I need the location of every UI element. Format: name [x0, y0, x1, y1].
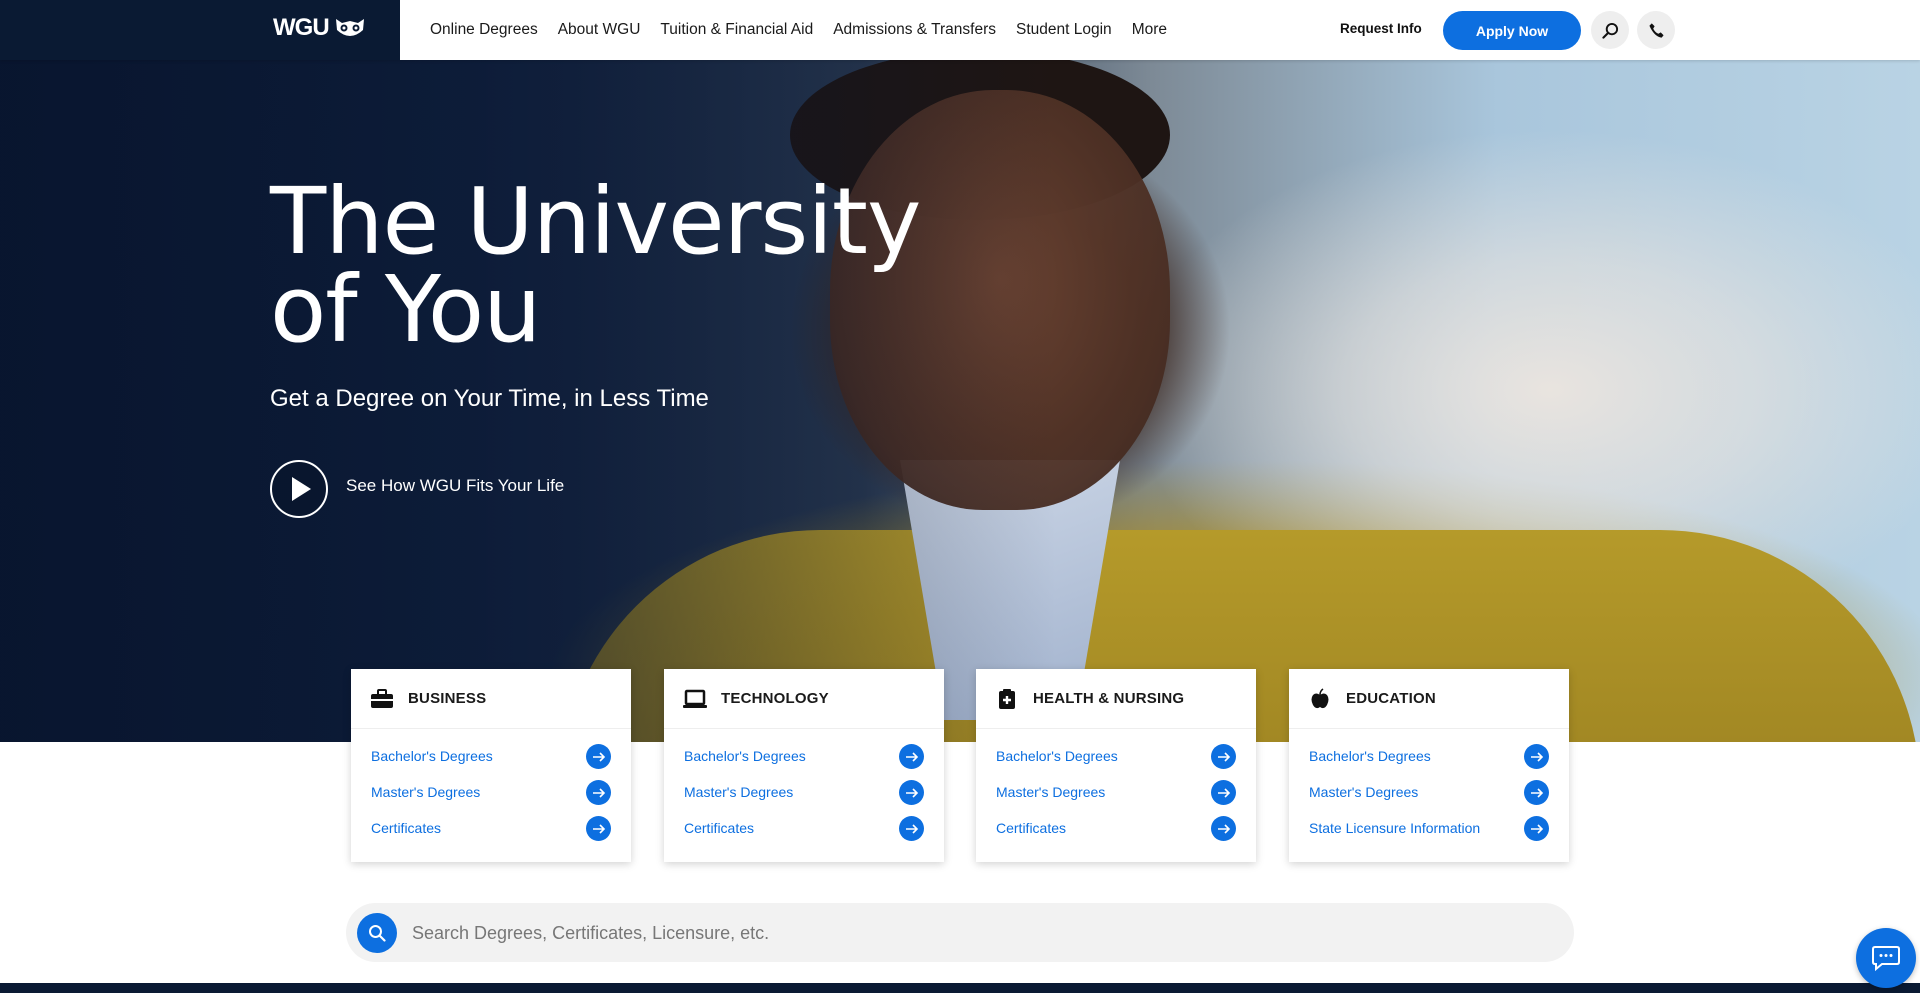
arrow-right-icon — [1524, 744, 1549, 769]
main-nav: Online Degrees About WGU Tuition & Finan… — [430, 0, 1167, 60]
business-certificates-link[interactable]: Certificates — [351, 810, 631, 846]
phone-icon — [1648, 22, 1664, 38]
wgu-logo[interactable]: WGU — [273, 14, 367, 42]
nav-more[interactable]: More — [1132, 21, 1167, 39]
card-title: TECHNOLOGY — [721, 690, 829, 707]
arrow-right-icon — [899, 816, 924, 841]
card-title: BUSINESS — [408, 690, 487, 707]
request-info-link[interactable]: Request Info — [1340, 21, 1422, 36]
technology-certificates-link[interactable]: Certificates — [664, 810, 944, 846]
card-header: HEALTH & NURSING — [976, 669, 1256, 729]
nav-online-degrees[interactable]: Online Degrees — [430, 21, 538, 39]
arrow-right-icon — [1211, 744, 1236, 769]
card-header: EDUCATION — [1289, 669, 1569, 729]
card-header: BUSINESS — [351, 669, 631, 729]
arrow-right-icon — [899, 780, 924, 805]
arrow-right-icon — [1524, 780, 1549, 805]
arrow-right-icon — [1211, 816, 1236, 841]
site-header: WGU Online Degrees About WGU Tuition & F… — [0, 0, 1920, 60]
category-card-business: BUSINESS Bachelor's Degrees Master's Deg… — [351, 669, 631, 862]
medical-bag-icon — [999, 688, 1015, 709]
nav-tuition-financial-aid[interactable]: Tuition & Financial Aid — [660, 21, 813, 39]
owl-icon — [335, 19, 364, 36]
category-card-education: EDUCATION Bachelor's Degrees Master's De… — [1289, 669, 1569, 862]
education-licensure-link[interactable]: State Licensure Information — [1289, 810, 1569, 846]
education-bachelors-link[interactable]: Bachelor's Degrees — [1289, 738, 1569, 774]
footer-strip — [0, 983, 1920, 993]
nav-student-login[interactable]: Student Login — [1016, 21, 1112, 39]
category-card-health-nursing: HEALTH & NURSING Bachelor's Degrees Mast… — [976, 669, 1256, 862]
header-phone-button[interactable] — [1637, 11, 1675, 49]
technology-masters-link[interactable]: Master's Degrees — [664, 774, 944, 810]
arrow-right-icon — [899, 744, 924, 769]
technology-bachelors-link[interactable]: Bachelor's Degrees — [664, 738, 944, 774]
business-bachelors-link[interactable]: Bachelor's Degrees — [351, 738, 631, 774]
hero-section: The University of You Get a Degree on Yo… — [0, 60, 1920, 742]
logo-block: WGU — [0, 0, 400, 60]
video-link[interactable]: See How WGU Fits Your Life — [346, 476, 564, 496]
card-header: TECHNOLOGY — [664, 669, 944, 729]
apple-icon — [1311, 687, 1329, 708]
health-certificates-link[interactable]: Certificates — [976, 810, 1256, 846]
search-icon — [369, 925, 386, 942]
briefcase-icon — [371, 688, 393, 708]
nav-about-wgu[interactable]: About WGU — [558, 21, 641, 39]
health-bachelors-link[interactable]: Bachelor's Degrees — [976, 738, 1256, 774]
arrow-right-icon — [586, 780, 611, 805]
arrow-right-icon — [586, 816, 611, 841]
hero-title-line2: of You — [270, 256, 542, 363]
arrow-right-icon — [1211, 780, 1236, 805]
hero-title-line1: The University — [270, 168, 921, 275]
card-title: EDUCATION — [1346, 690, 1436, 707]
health-masters-link[interactable]: Master's Degrees — [976, 774, 1256, 810]
apply-now-button[interactable]: Apply Now — [1443, 11, 1581, 50]
degree-search-bar — [346, 903, 1574, 962]
business-masters-link[interactable]: Master's Degrees — [351, 774, 631, 810]
play-video-button[interactable] — [270, 460, 328, 518]
card-title: HEALTH & NURSING — [1033, 690, 1185, 707]
laptop-icon — [683, 689, 707, 708]
chat-button[interactable] — [1856, 928, 1916, 988]
search-submit-button[interactable] — [357, 913, 397, 953]
hero-title: The University of You — [270, 168, 921, 363]
play-icon — [292, 477, 311, 501]
nav-admissions-transfers[interactable]: Admissions & Transfers — [833, 21, 996, 39]
degree-search-input[interactable] — [412, 913, 1552, 953]
search-icon — [1601, 22, 1618, 39]
header-search-button[interactable] — [1591, 11, 1629, 49]
arrow-right-icon — [586, 744, 611, 769]
arrow-right-icon — [1524, 816, 1549, 841]
chat-bubble-icon — [1872, 946, 1900, 971]
education-masters-link[interactable]: Master's Degrees — [1289, 774, 1569, 810]
logo-text: WGU — [273, 14, 330, 41]
hero-subtitle: Get a Degree on Your Time, in Less Time — [270, 385, 709, 412]
category-card-technology: TECHNOLOGY Bachelor's Degrees Master's D… — [664, 669, 944, 862]
